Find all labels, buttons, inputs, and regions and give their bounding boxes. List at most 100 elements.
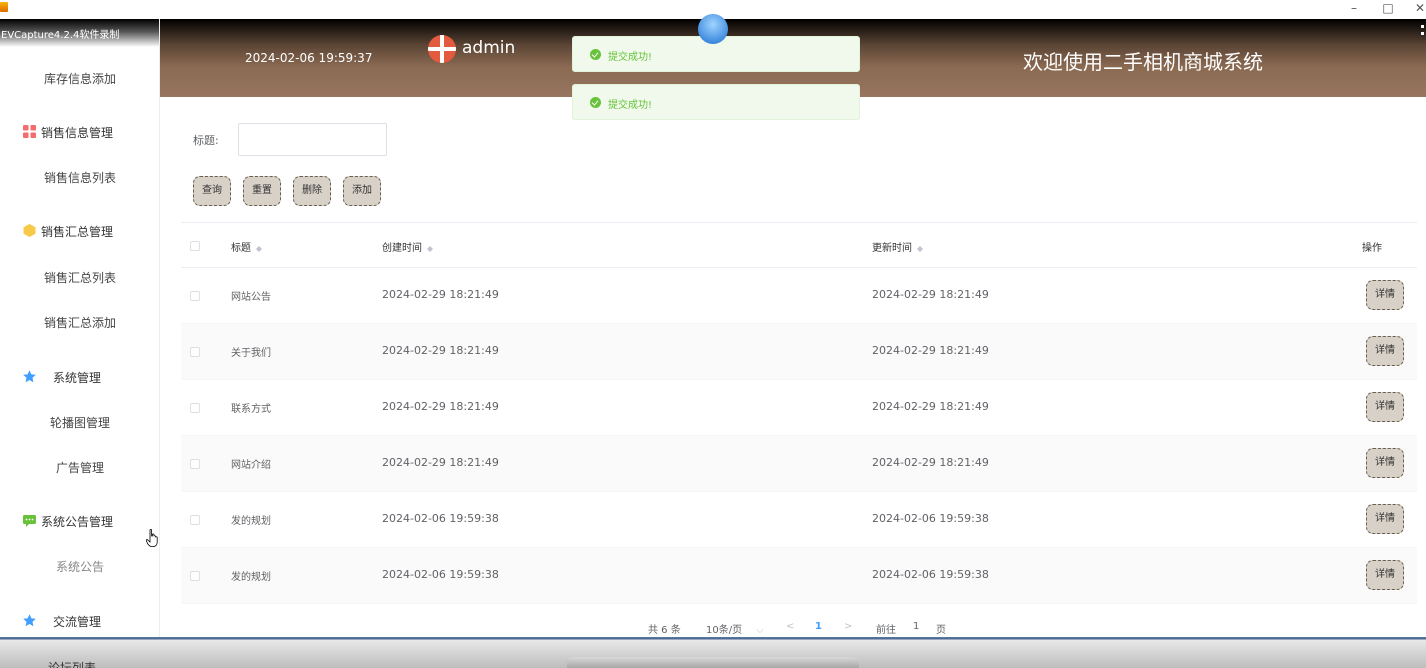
detail-button[interactable]: 详情 <box>1366 336 1404 366</box>
page-number-current[interactable]: 1 <box>815 621 822 632</box>
row-checkbox[interactable] <box>190 571 200 581</box>
column-title[interactable]: 标题 <box>231 239 263 254</box>
row-checkbox[interactable] <box>190 459 200 469</box>
maximize-button[interactable]: □ <box>1378 1 1398 15</box>
page-size-value: 10条/页 <box>706 625 743 636</box>
sidebar-group-system[interactable]: 系统管理 <box>0 366 159 388</box>
header-username[interactable]: admin <box>462 38 515 58</box>
more-icon[interactable] <box>1421 25 1424 35</box>
row-created: 2024-02-06 19:59:38 <box>382 512 499 525</box>
goto-prefix: 前往 <box>876 625 896 636</box>
sidebar-item-sales-summary-add[interactable]: 销售汇总添加 <box>0 314 159 336</box>
row-title: 关于我们 <box>231 348 271 359</box>
row-checkbox[interactable] <box>190 291 200 301</box>
table-header: 标题 创建时间 更新时间 操作 <box>181 222 1417 268</box>
page-size-select[interactable]: 10条/页 ⌵ <box>706 621 764 636</box>
table-row: 网站介绍 2024-02-29 18:21:49 2024-02-29 18:2… <box>181 436 1417 492</box>
detail-button[interactable]: 详情 <box>1366 448 1404 478</box>
detail-button[interactable]: 详情 <box>1366 392 1404 422</box>
sidebar-group-forum[interactable]: 交流管理 <box>0 610 159 632</box>
header-datetime: 2024-02-06 19:59:37 <box>245 51 373 65</box>
sidebar-item-sales-list[interactable]: 销售信息列表 <box>0 169 159 191</box>
row-checkbox[interactable] <box>190 403 200 413</box>
row-checkbox[interactable] <box>190 515 200 525</box>
column-created-label: 创建时间 <box>382 243 422 254</box>
column-title-label: 标题 <box>231 243 251 254</box>
row-updated: 2024-02-29 18:21:49 <box>872 344 989 357</box>
row-title: 联系方式 <box>231 404 271 415</box>
avatar[interactable] <box>428 35 456 63</box>
message-icon <box>23 515 36 527</box>
star-icon <box>23 614 36 627</box>
row-created: 2024-02-06 19:59:38 <box>382 568 499 581</box>
row-updated: 2024-02-06 19:59:38 <box>872 512 989 525</box>
sidebar-item-inventory-add[interactable]: 库存信息添加 <box>0 70 159 92</box>
column-updated-label: 更新时间 <box>872 243 912 254</box>
sidebar-item-forum-list[interactable]: 论坛列表 <box>48 659 96 668</box>
column-updated[interactable]: 更新时间 <box>872 239 924 254</box>
table-row: 发的规划 2024-02-06 19:59:38 2024-02-06 19:5… <box>181 492 1417 548</box>
screen: – □ ✕ EVCapture4.2.4软件录制 库存信息添加 销售信息管理 销… <box>0 0 1426 668</box>
site-title: 欢迎使用二手相机商城系统 <box>1023 50 1263 74</box>
column-created[interactable]: 创建时间 <box>382 239 434 254</box>
add-button[interactable]: 添加 <box>343 176 381 206</box>
sidebar-group-sales-summary[interactable]: 销售汇总管理 <box>0 220 159 242</box>
sidebar-item-label: 销售信息管理 <box>41 126 114 140</box>
goto-page-input[interactable]: 1 <box>913 621 919 632</box>
sidebar-item-label: 销售汇总添加 <box>43 316 116 330</box>
row-updated: 2024-02-06 19:59:38 <box>872 568 989 581</box>
next-page-button[interactable]: > <box>844 621 852 632</box>
row-title: 发的规划 <box>231 572 271 583</box>
hand-cursor-icon <box>146 529 158 547</box>
check-circle-icon <box>590 97 601 108</box>
close-button[interactable]: ✕ <box>1410 1 1426 15</box>
sort-icon[interactable] <box>916 243 924 253</box>
row-title: 网站介绍 <box>231 460 271 471</box>
sidebar-item-ads[interactable]: 广告管理 <box>0 459 159 481</box>
title-filter-input[interactable] <box>238 123 387 156</box>
sidebar-item-label: 交流管理 <box>53 615 102 629</box>
sidebar-item-label: 销售信息列表 <box>43 171 116 185</box>
toast-message: 提交成功! <box>608 52 653 63</box>
sidebar-item-label: 库存信息添加 <box>43 72 116 86</box>
app-icon <box>0 2 8 12</box>
sort-icon[interactable] <box>426 243 434 253</box>
title-filter-label: 标题: <box>193 134 219 147</box>
sidebar: EVCapture4.2.4软件录制 库存信息添加 销售信息管理 销售信息列表 … <box>0 19 160 668</box>
player-controls[interactable] <box>567 657 859 668</box>
sort-icon[interactable] <box>255 243 263 253</box>
delete-button[interactable]: 删除 <box>293 176 331 206</box>
row-title: 网站公告 <box>231 292 271 303</box>
hexagon-icon <box>23 224 36 237</box>
row-title: 发的规划 <box>231 516 271 527</box>
detail-button[interactable]: 详情 <box>1366 280 1404 310</box>
select-all-checkbox[interactable] <box>190 241 200 251</box>
row-updated: 2024-02-29 18:21:49 <box>872 288 989 301</box>
search-button[interactable]: 查询 <box>193 176 231 206</box>
minimize-button[interactable]: – <box>1344 1 1364 15</box>
detail-button[interactable]: 详情 <box>1366 504 1404 534</box>
sidebar-item-label: 广告管理 <box>55 461 104 475</box>
pagination-total: 共 6 条 <box>648 625 681 636</box>
sidebar-group-sales[interactable]: 销售信息管理 <box>0 121 159 143</box>
sidebar-item-sales-summary-list[interactable]: 销售汇总列表 <box>0 269 159 291</box>
star-icon <box>23 370 36 383</box>
check-circle-icon <box>590 49 601 60</box>
row-updated: 2024-02-29 18:21:49 <box>872 456 989 469</box>
reset-button[interactable]: 重置 <box>243 176 281 206</box>
table-row: 关于我们 2024-02-29 18:21:49 2024-02-29 18:2… <box>181 324 1417 380</box>
sidebar-item-notice[interactable]: 系统公告 <box>0 558 159 580</box>
sidebar-group-notice[interactable]: 系统公告管理 <box>0 510 159 532</box>
row-updated: 2024-02-29 18:21:49 <box>872 400 989 413</box>
recorder-watermark: EVCapture4.2.4软件录制 <box>0 19 159 47</box>
prev-page-button[interactable]: < <box>786 621 794 632</box>
table-row: 联系方式 2024-02-29 18:21:49 2024-02-29 18:2… <box>181 380 1417 436</box>
sidebar-item-label: 销售汇总列表 <box>43 271 116 285</box>
sidebar-item-carousel[interactable]: 轮播图管理 <box>0 414 159 436</box>
success-toast: 提交成功! <box>572 84 860 120</box>
row-checkbox[interactable] <box>190 347 200 357</box>
row-created: 2024-02-29 18:21:49 <box>382 288 499 301</box>
recorder-player-bar: 论坛列表 <box>0 637 1426 668</box>
play-icon[interactable] <box>698 14 728 44</box>
detail-button[interactable]: 详情 <box>1366 560 1404 590</box>
